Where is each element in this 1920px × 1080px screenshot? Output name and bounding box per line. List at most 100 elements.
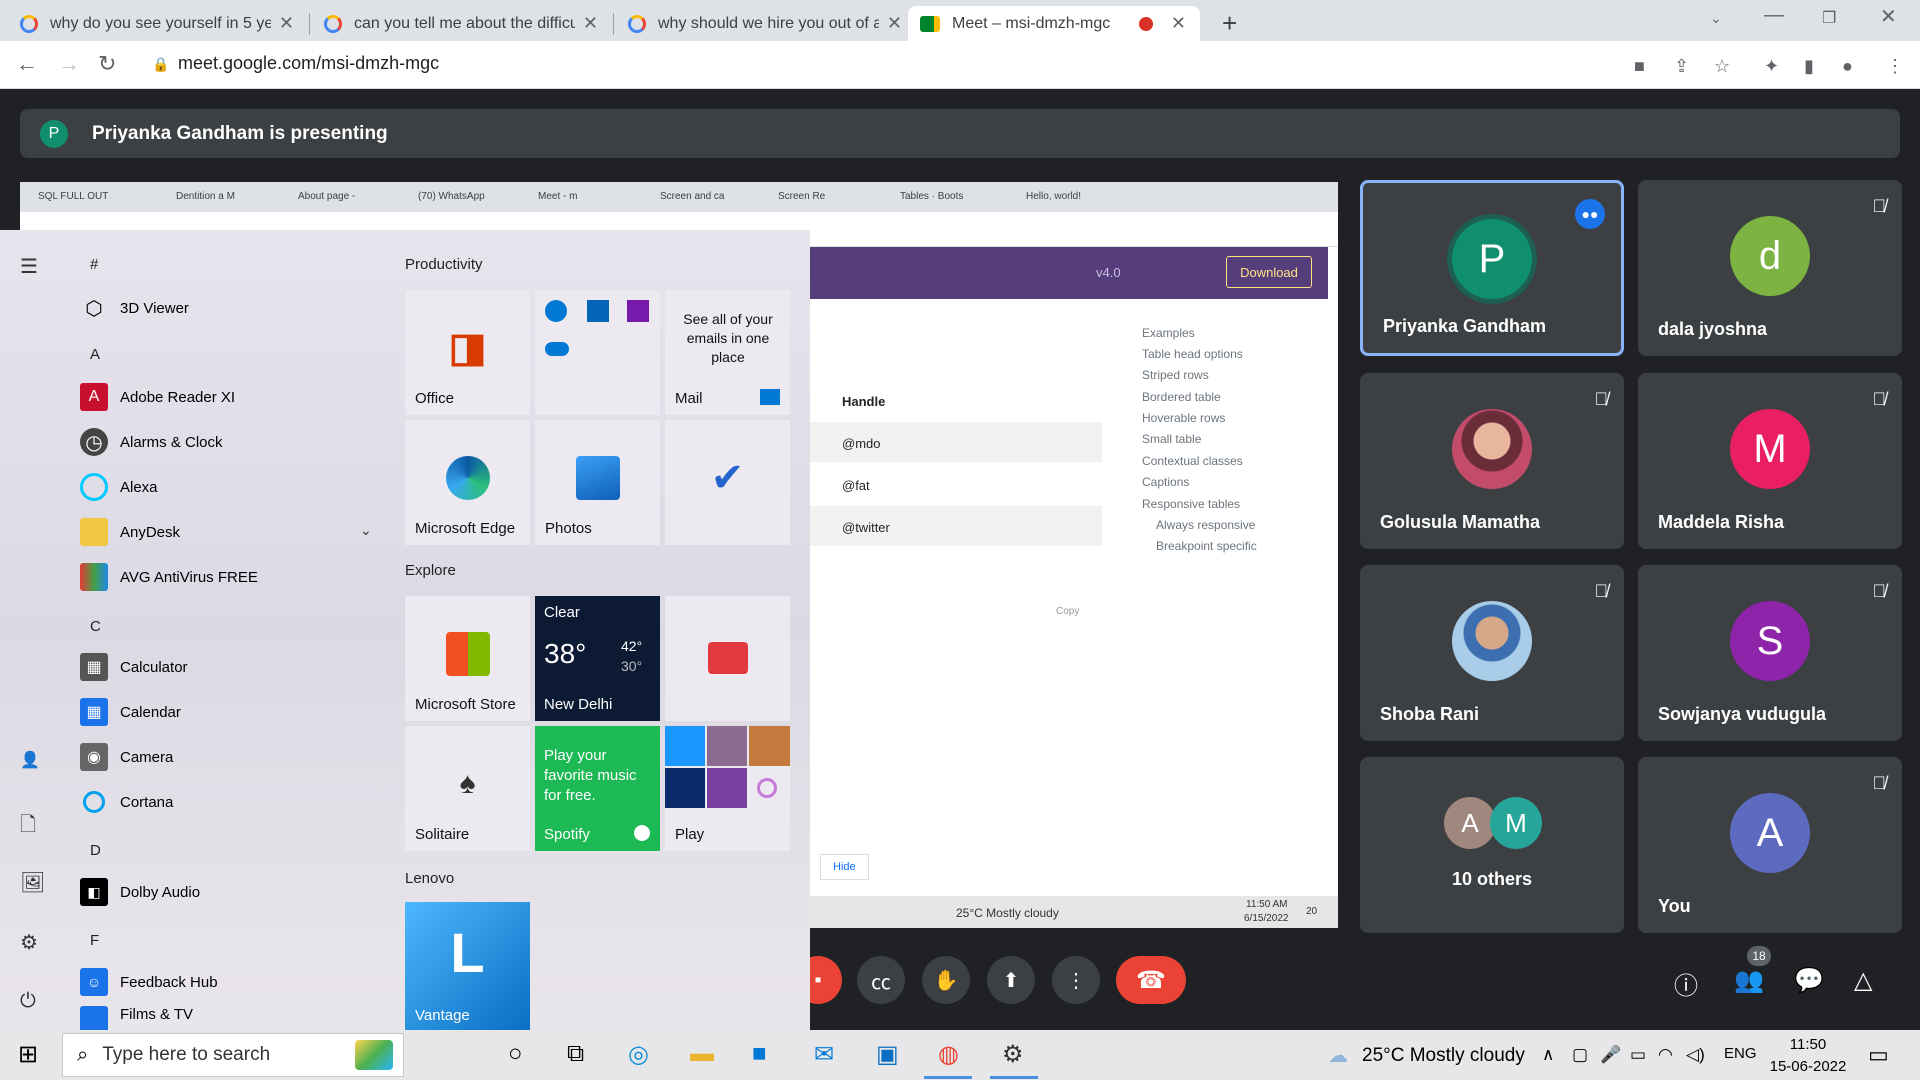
tile-play[interactable]: Play [665,726,790,851]
tile-news[interactable] [665,596,790,721]
app-anydesk[interactable]: AnyDesk [80,514,180,550]
windows-start-icon[interactable]: ⊞ [18,1040,38,1069]
participant-tile-dala[interactable]: d 🎙̸ dala jyoshna [1638,180,1902,356]
app-cortana[interactable]: Cortana [80,784,173,820]
wifi-icon[interactable]: ◠ [1658,1045,1673,1065]
back-icon[interactable]: ← [16,51,38,77]
taskbar-date[interactable]: 15-06-2022 [1760,1058,1856,1075]
participant-tile-golusula[interactable]: 🎙̸ Golusula Mamatha [1360,373,1624,549]
reload-icon[interactable]: ↻ [98,51,116,77]
tile-todo[interactable]: ✔ [665,420,790,545]
profile-icon[interactable]: ● [1842,56,1853,77]
people-icon[interactable]: 👥 [1734,966,1764,995]
activities-icon[interactable]: △ [1854,966,1872,995]
more-options-button[interactable]: ⋮ [1052,956,1100,1004]
participant-tile-priyanka[interactable]: P ●● Priyanka Gandham [1360,180,1624,356]
close-icon[interactable]: ✕ [1171,13,1186,34]
tile-store[interactable]: Microsoft Store [405,596,530,721]
office-icon: ◨ [448,326,487,370]
tray-meet-icon[interactable]: ▢ [1572,1045,1588,1065]
tray-expand-icon[interactable]: ∧ [1542,1045,1554,1065]
browser-tab-meet[interactable]: Meet – msi-dmzh-mgc ✕ [908,6,1200,41]
participant-tile-you[interactable]: A 🎙̸ You [1638,757,1902,933]
tile-mail[interactable]: See all of your emails in one place Mail [665,290,790,415]
close-icon[interactable]: ✕ [279,13,294,34]
tile-office-apps[interactable] [535,290,660,415]
participant-tile-maddela[interactable]: M 🎙̸ Maddela Risha [1638,373,1902,549]
star-icon[interactable]: ☆ [1714,56,1730,77]
app-feedback-hub[interactable]: ☺ Feedback Hub [80,964,218,1000]
extensions-icon[interactable]: ✦ [1764,56,1779,77]
task-view-icon[interactable]: ⧉ [567,1040,584,1068]
browser-tab-2[interactable]: can you tell me about the difficul ✕ [312,6,612,41]
app-alarms-clock[interactable]: ◷ Alarms & Clock [80,424,223,460]
tile-spotify[interactable]: Play your favorite music for free. Spoti… [535,726,660,851]
chevron-down-icon[interactable]: ⌄ [360,522,372,539]
menu-icon[interactable]: ⋮ [1886,56,1904,77]
search-icon: ⌕ [77,1043,89,1066]
mail-taskbar-icon[interactable]: ✉ [814,1040,834,1069]
window-close-icon[interactable]: ✕ [1880,4,1897,29]
tile-edge[interactable]: Microsoft Edge [405,420,530,545]
vantage-taskbar-icon[interactable]: ▣ [876,1040,899,1069]
app-alexa[interactable]: Alexa [80,469,158,505]
app-camera[interactable]: ◉ Camera [80,739,173,775]
settings-icon[interactable]: ⚙ [20,930,38,955]
power-icon[interactable]: ⏻ [20,990,36,1013]
browser-tab-bar: why do you see yourself in 5 yea ✕ can y… [0,0,1920,41]
camera-blocked-icon[interactable]: ■ [1634,56,1645,77]
raise-hand-button[interactable]: ✋ [922,956,970,1004]
tile-weather[interactable]: Clear 38° 42° 30° New Delhi [535,596,660,721]
present-button[interactable]: ⬆ [987,956,1035,1004]
tile-office[interactable]: ◨ Office [405,290,530,415]
volume-icon[interactable]: ◁) [1686,1045,1705,1065]
pictures-icon[interactable]: 🖼 [20,870,45,895]
documents-icon[interactable]: 🗋 [20,810,36,844]
download-button[interactable]: Download [1226,256,1312,288]
captions-button[interactable]: ㏄ [857,956,905,1004]
app-calendar[interactable]: ▦ Calendar [80,694,181,730]
address-bar[interactable]: meet.google.com/msi-dmzh-mgc [178,53,439,74]
participant-tile-others[interactable]: A M 10 others [1360,757,1624,933]
battery-icon[interactable]: ▭ [1630,1045,1646,1065]
new-tab-button[interactable]: + [1222,8,1237,39]
participant-tile-shoba[interactable]: 🎙̸ Shoba Rani [1360,565,1624,741]
tile-photos[interactable]: Photos [535,420,660,545]
app-calculator[interactable]: ▦ Calculator [80,649,188,685]
minimize-icon[interactable]: — [1764,4,1784,27]
tab-search-icon[interactable]: ⌄ [1710,10,1722,27]
taskbar-weather[interactable]: 25°C Mostly cloudy [1362,1045,1525,1067]
notifications-icon[interactable]: ▭ [1868,1042,1889,1068]
share-icon[interactable]: ⇪ [1674,56,1689,77]
participant-tile-sowjanya[interactable]: S 🎙̸ Sowjanya vudugula [1638,565,1902,741]
hamburger-icon[interactable]: ☰ [20,254,38,279]
tile-solitaire[interactable]: ♠ Solitaire [405,726,530,851]
user-icon[interactable]: 👤 [20,750,40,770]
browser-tab-3[interactable]: why should we hire you out of al ✕ [616,6,916,41]
info-icon[interactable]: ⓘ [1674,966,1698,1001]
side-panel-icon[interactable]: ▮ [1804,56,1814,77]
taskbar-search-box[interactable]: ⌕ Type here to search [62,1033,404,1077]
chrome-taskbar-icon[interactable]: ◍ [938,1040,959,1069]
app-adobe-reader[interactable]: A Adobe Reader XI [80,379,235,415]
app-taskbar-icon[interactable]: ■ [752,1040,767,1068]
cortana-icon[interactable]: ○ [508,1040,523,1068]
chat-icon[interactable]: 💬 [1794,966,1824,995]
browser-tab-1[interactable]: why do you see yourself in 5 yea ✕ [8,6,308,41]
tile-vantage[interactable]: L Vantage [405,902,530,1030]
edge-taskbar-icon[interactable]: ◎ [628,1040,649,1069]
microphone-icon[interactable]: 🎤 [1600,1045,1621,1065]
app-3d-viewer[interactable]: ⬡ 3D Viewer [80,290,189,326]
leave-call-button[interactable]: ☎ [1116,956,1186,1004]
settings-taskbar-icon[interactable]: ⚙ [1002,1040,1024,1069]
taskbar-time[interactable]: 11:50 [1768,1036,1848,1053]
language-indicator[interactable]: ENG [1724,1045,1757,1062]
close-icon[interactable]: ✕ [583,13,598,34]
restore-icon[interactable]: ❐ [1822,8,1836,28]
app-avg[interactable]: AVG AntiVirus FREE [80,559,258,595]
app-films-tv[interactable]: Films & TV [80,1006,193,1030]
app-dolby[interactable]: ◧ Dolby Audio [80,874,200,910]
file-explorer-icon[interactable]: ▬ [690,1040,714,1068]
forward-icon[interactable]: → [58,51,80,77]
close-icon[interactable]: ✕ [887,13,902,34]
